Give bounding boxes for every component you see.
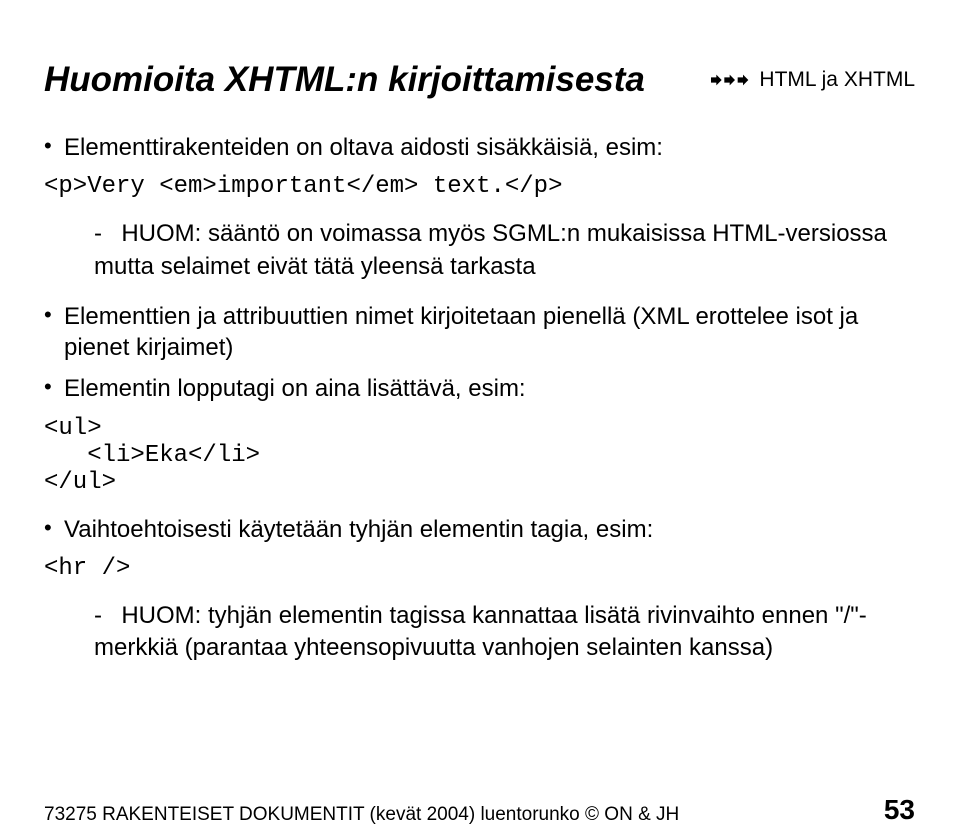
code-example-1: <p>Very <em>important</em> text.</p>: [44, 173, 915, 200]
breadcrumb-header: HTML ja XHTML: [711, 68, 915, 92]
note-1: - HUOM: sääntö on voimassa myös SGML:n m…: [94, 218, 915, 283]
footer-text: 73275 RAKENTEISET DOKUMENTIT (kevät 2004…: [44, 804, 679, 826]
arrow-icons: [711, 73, 751, 87]
code2-line3: </ul>: [44, 469, 116, 496]
arrow-icon: [711, 73, 751, 87]
bullet-4: Vaihtoehtoisesti käytetään tyhjän elemen…: [44, 514, 915, 545]
page-number: 53: [884, 794, 915, 826]
note-2-text: HUOM: tyhjän elementin tagissa kannattaa…: [94, 602, 867, 661]
note-2: - HUOM: tyhjän elementin tagissa kannatt…: [94, 600, 915, 665]
code2-line1: <ul>: [44, 415, 102, 442]
breadcrumb-text: HTML ja XHTML: [759, 68, 915, 92]
code2-line2: <li>Eka</li>: [44, 442, 260, 469]
bullet-3: Elementin lopputagi on aina lisättävä, e…: [44, 373, 915, 404]
bullet-1: Elementtirakenteiden on oltava aidosti s…: [44, 132, 915, 163]
bullet-2: Elementtien ja attribuuttien nimet kirjo…: [44, 301, 915, 363]
note-1-text: HUOM: sääntö on voimassa myös SGML:n muk…: [94, 220, 887, 279]
code-example-2: <ul> <li>Eka</li> </ul>: [44, 415, 915, 496]
code-example-3: <hr />: [44, 555, 915, 582]
